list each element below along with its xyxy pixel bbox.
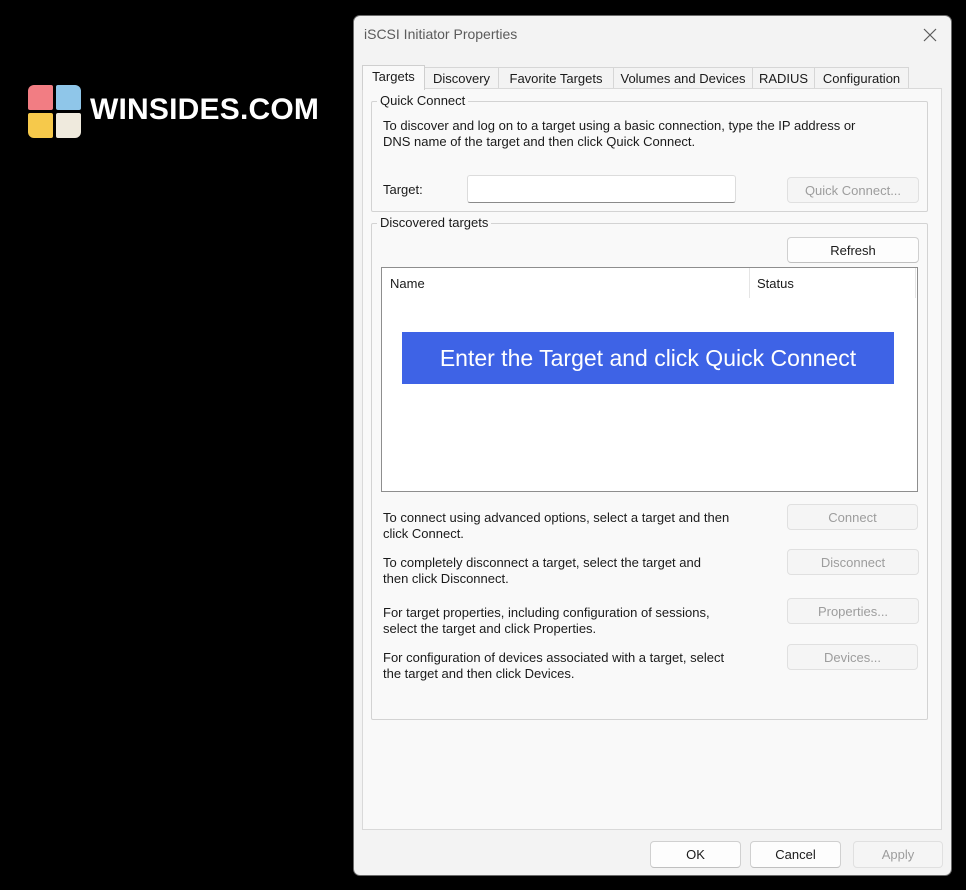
devices-description-line1: For configuration of devices associated … <box>383 650 725 665</box>
properties-description-line1: For target properties, including configu… <box>383 605 710 620</box>
discovered-targets-group-label: Discovered targets <box>377 215 492 230</box>
ok-button[interactable]: OK <box>650 841 741 868</box>
target-label: Target: <box>383 182 423 197</box>
quick-connect-group: Quick Connect To discover and log on to … <box>371 93 928 212</box>
disconnect-button[interactable]: Disconnect <box>787 549 919 575</box>
instruction-banner: Enter the Target and click Quick Connect <box>402 332 894 384</box>
iscsi-properties-dialog: iSCSI Initiator Properties Targets Disco… <box>353 15 952 876</box>
title-bar: iSCSI Initiator Properties <box>354 16 951 54</box>
column-header-name[interactable]: Name <box>382 268 750 298</box>
quick-connect-button[interactable]: Quick Connect... <box>787 177 919 203</box>
targets-tab-panel: Quick Connect To discover and log on to … <box>362 88 942 830</box>
devices-button[interactable]: Devices... <box>787 644 918 670</box>
devices-description-line2: the target and then click Devices. <box>383 666 575 681</box>
connect-description-line2: click Connect. <box>383 526 464 541</box>
connect-description-line1: To connect using advanced options, selec… <box>383 510 730 525</box>
quick-connect-description-line2: DNS name of the target and then click Qu… <box>383 134 696 149</box>
tab-favorite-targets[interactable]: Favorite Targets <box>498 67 614 89</box>
logo-mark-icon <box>28 85 81 138</box>
cancel-button[interactable]: Cancel <box>750 841 841 868</box>
tab-volumes-and-devices[interactable]: Volumes and Devices <box>613 67 753 89</box>
close-button[interactable] <box>915 22 945 48</box>
logo-text: WINSIDES.COM <box>90 93 320 126</box>
tab-targets[interactable]: Targets <box>362 65 425 90</box>
target-input[interactable] <box>467 175 736 203</box>
properties-description-line2: select the target and click Properties. <box>383 621 597 636</box>
tab-discovery[interactable]: Discovery <box>424 67 499 89</box>
discovered-targets-group: Discovered targets Refresh Name Status T… <box>371 215 928 720</box>
column-header-status[interactable]: Status <box>749 268 915 298</box>
tab-configuration[interactable]: Configuration <box>814 67 909 89</box>
quick-connect-group-label: Quick Connect <box>377 93 469 108</box>
quick-connect-description-line1: To discover and log on to a target using… <box>383 118 856 133</box>
disconnect-description-line2: then click Disconnect. <box>383 571 509 586</box>
properties-button[interactable]: Properties... <box>787 598 919 624</box>
disconnect-description-line1: To completely disconnect a target, selec… <box>383 555 701 570</box>
apply-button[interactable]: Apply <box>853 841 943 868</box>
close-icon <box>923 28 937 42</box>
connect-button[interactable]: Connect <box>787 504 918 530</box>
refresh-button[interactable]: Refresh <box>787 237 919 263</box>
tab-radius[interactable]: RADIUS <box>752 67 815 89</box>
window-title: iSCSI Initiator Properties <box>364 26 518 42</box>
column-separator[interactable] <box>915 268 916 298</box>
winsides-logo: WINSIDES.COM <box>28 85 328 141</box>
